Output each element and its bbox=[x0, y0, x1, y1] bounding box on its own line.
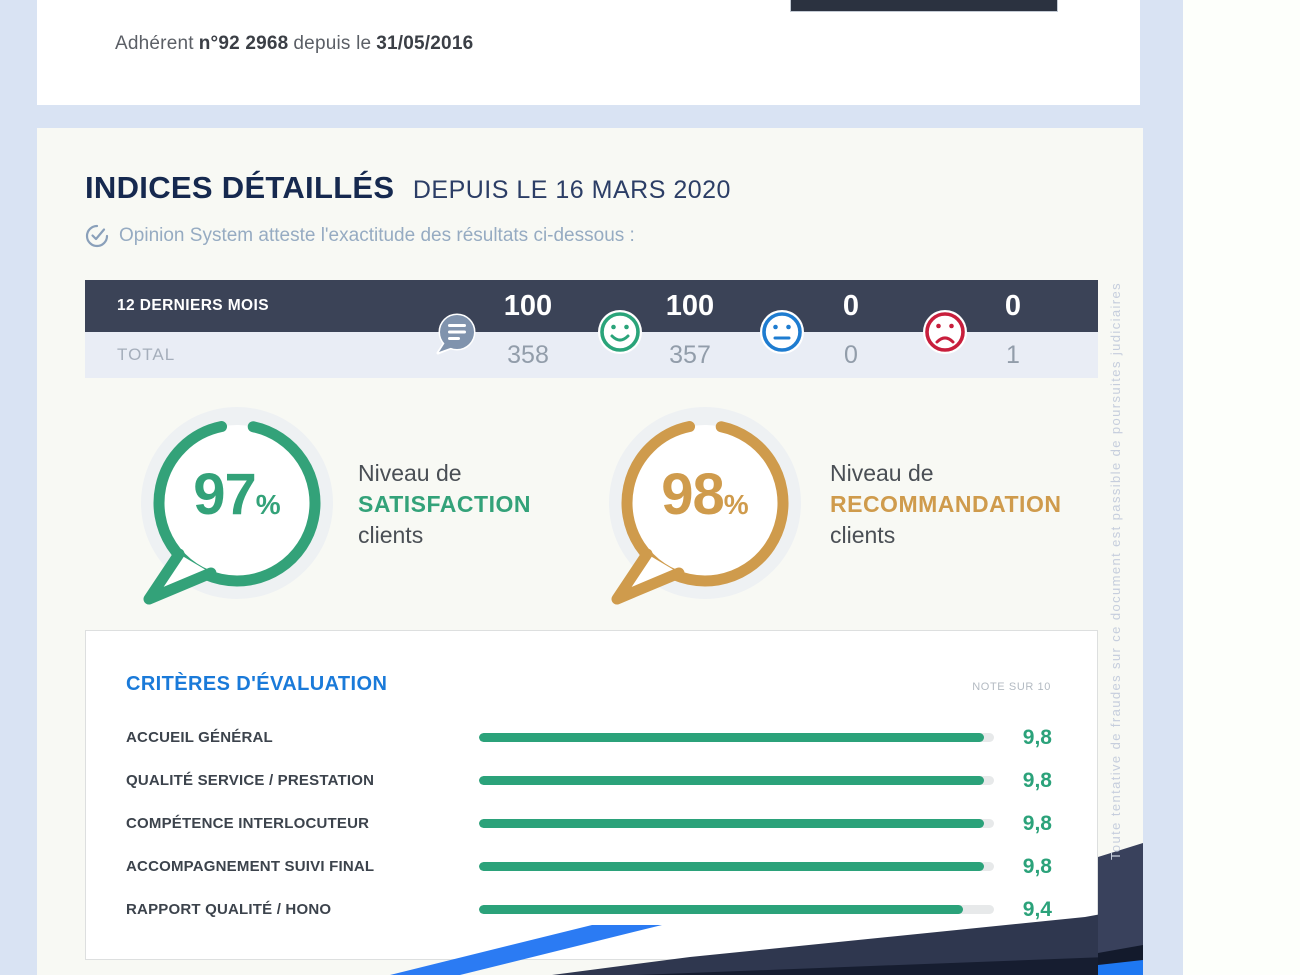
criteria-row: QUALITÉ SERVICE / PRESTATION 9,8 bbox=[126, 759, 1052, 802]
satisfaction-value: 97% bbox=[132, 461, 342, 528]
criteria-rows: ACCUEIL GÉNÉRAL 9,8 QUALITÉ SERVICE / PR… bbox=[126, 716, 1052, 931]
page-title: INDICES DÉTAILLÉS bbox=[85, 170, 394, 205]
truncated-header-bar bbox=[790, 0, 1058, 12]
recent-neutral-value: 0 bbox=[796, 290, 906, 323]
total-row-label: TOTAL bbox=[85, 345, 430, 365]
recent-negative-value: 0 bbox=[958, 290, 1068, 323]
rating-bar-track bbox=[479, 905, 994, 914]
page-subtitle: DEPUIS LE 16 MARS 2020 bbox=[413, 176, 731, 204]
total-negative-value: 1 bbox=[958, 341, 1068, 370]
decor-right-dark-band bbox=[1098, 943, 1143, 975]
certificate-card: INDICES DÉTAILLÉS DEPUIS LE 16 MARS 2020… bbox=[37, 128, 1143, 975]
rating-bar-fill bbox=[479, 733, 984, 742]
sad-face-icon bbox=[922, 309, 968, 355]
membership-line: Adhérentn°92 2968depuis le31/05/2016 bbox=[115, 33, 478, 55]
check-circle-icon bbox=[85, 224, 109, 248]
attestation-text: Opinion System atteste l'exactitude des … bbox=[119, 225, 635, 247]
decor-right-blue-band bbox=[1098, 960, 1143, 975]
membership-number: n°92 2968 bbox=[199, 33, 289, 54]
satisfaction-label: Niveau de SATISFACTION clients bbox=[358, 458, 531, 551]
neutral-face-icon bbox=[759, 309, 805, 355]
rating-bar-track bbox=[479, 862, 994, 871]
rating-bar-fill bbox=[479, 905, 963, 914]
happy-face-icon bbox=[597, 309, 643, 355]
anti-fraud-note: Toute tentative de fraudes sur ce docume… bbox=[1108, 255, 1123, 860]
recent-comments-value: 100 bbox=[473, 290, 583, 323]
rating-bar-fill bbox=[479, 776, 984, 785]
recent-positive-value: 100 bbox=[635, 290, 745, 323]
membership-card: Adhérentn°92 2968depuis le31/05/2016 bbox=[37, 0, 1140, 105]
document-viewport: Adhérentn°92 2968depuis le31/05/2016 IND… bbox=[0, 0, 1300, 975]
recommendation-badge: 98% bbox=[600, 403, 810, 613]
rating-bar-fill bbox=[479, 862, 984, 871]
rating-bar-fill bbox=[479, 819, 984, 828]
decor-right-wedge bbox=[1098, 843, 1143, 975]
criteria-row: ACCUEIL GÉNÉRAL 9,8 bbox=[126, 716, 1052, 759]
membership-prefix: Adhérent bbox=[115, 33, 194, 54]
comment-bubble-icon bbox=[434, 309, 480, 355]
rating-bar-track bbox=[479, 776, 994, 785]
criteria-row: COMPÉTENCE INTERLOCUTEUR 9,8 bbox=[126, 802, 1052, 845]
background-right-panel bbox=[1183, 0, 1300, 975]
membership-middle: depuis le bbox=[293, 33, 371, 54]
criteria-row: ACCOMPAGNEMENT SUIVI FINAL 9,8 bbox=[126, 845, 1052, 888]
rating-bar-track bbox=[479, 733, 994, 742]
total-neutral-value: 0 bbox=[796, 341, 906, 370]
satisfaction-badge: 97% bbox=[132, 403, 342, 613]
recommendation-label: Niveau de RECOMMANDATION clients bbox=[830, 458, 1061, 551]
section-title-row: INDICES DÉTAILLÉS DEPUIS LE 16 MARS 2020 bbox=[85, 170, 731, 206]
total-positive-value: 357 bbox=[635, 341, 745, 370]
scores-table: 12 DERNIERS MOIS 100 100 0 0 TOTAL 358 3… bbox=[85, 280, 1098, 378]
attestation-row: Opinion System atteste l'exactitude des … bbox=[85, 224, 635, 248]
membership-date: 31/05/2016 bbox=[376, 33, 473, 54]
total-comments-value: 358 bbox=[473, 341, 583, 370]
rating-bar-track bbox=[479, 819, 994, 828]
criteria-title: CRITÈRES D'ÉVALUATION bbox=[126, 673, 387, 696]
evaluation-criteria-card: CRITÈRES D'ÉVALUATION NOTE SUR 10 ACCUEI… bbox=[85, 630, 1098, 960]
recommendation-value: 98% bbox=[600, 461, 810, 528]
scale-note: NOTE SUR 10 bbox=[972, 681, 1051, 693]
recent-row-label: 12 DERNIERS MOIS bbox=[85, 297, 430, 315]
criteria-row: RAPPORT QUALITÉ / HONO 9,4 bbox=[126, 888, 1052, 931]
